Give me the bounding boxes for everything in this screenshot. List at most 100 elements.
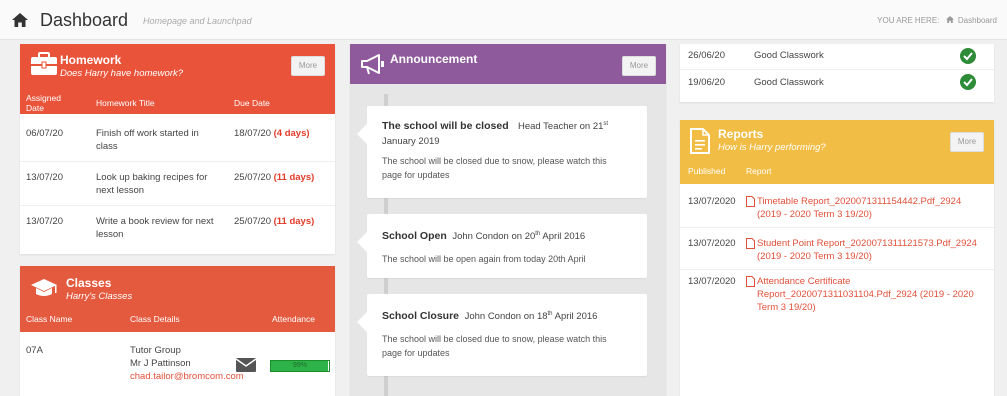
homework-row[interactable]: 06/07/20 Finish off work started in clas… (20, 120, 335, 162)
breadcrumb-dashboard-link[interactable]: Dashboard (958, 16, 997, 25)
announcement-card[interactable]: The school will be closed Head Teacher o… (357, 106, 647, 198)
class-detail-group: Tutor Group (130, 345, 181, 356)
col-report[interactable]: Report (746, 166, 772, 176)
reports-panel: Reports How is Harry performing? More Pu… (680, 120, 994, 396)
classes-subtitle: Harry's Classes (66, 291, 133, 302)
report-row[interactable]: 13/07/2020 Student Point Report_20200713… (680, 230, 994, 270)
due-date-value: 25/07/20 (234, 216, 271, 227)
reports-columns: Published Report (680, 166, 994, 180)
announcement-panel: Announcement More The school will be clo… (350, 44, 666, 396)
classes-title: Classes (66, 276, 112, 290)
reports-subtitle: How is Harry performing? (718, 142, 826, 153)
page-title: Dashboard (40, 10, 129, 30)
breadcrumb: YOU ARE HERE: Dashboard (877, 16, 997, 25)
report-link[interactable]: Attendance Certificate Report_20200713110… (757, 275, 989, 314)
announcement-more-button[interactable]: More (622, 56, 656, 76)
achievement-date: 19/06/20 (688, 77, 725, 88)
announcement-item-meta: John Condon on 18th April 2016 (464, 310, 598, 322)
due-date-value: 25/07/20 (234, 172, 271, 183)
report-row[interactable]: 13/07/2020 Attendance Certificate Report_… (680, 272, 994, 326)
class-teacher: Mr J Pattinson (130, 358, 191, 369)
report-published-date: 13/07/2020 (688, 196, 736, 207)
homework-more-button[interactable]: More (291, 56, 325, 76)
announcement-item-body: The school will be closed due to snow, p… (382, 334, 607, 358)
document-icon (690, 128, 710, 154)
report-row[interactable]: 13/07/2020 Timetable Report_202007131115… (680, 188, 994, 228)
due-date: 25/07/20 (11 days) (234, 171, 314, 184)
homework-title-cell: Look up baking recipes for next lesson (96, 172, 208, 196)
envelope-icon[interactable] (236, 358, 256, 372)
pdf-file-icon (746, 238, 755, 249)
due-date-value: 18/07/20 (234, 128, 271, 139)
reports-title: Reports (718, 127, 764, 141)
top-bar: Dashboard Homepage and Launchpad YOU ARE… (0, 0, 1007, 40)
assigned-date: 13/07/20 (26, 172, 63, 183)
home-icon[interactable] (12, 13, 28, 27)
announcement-item-title: The school will be closed (382, 120, 509, 132)
col-published[interactable]: Published (688, 166, 725, 176)
col-attendance[interactable]: Attendance (272, 314, 315, 324)
assigned-date: 06/07/20 (26, 128, 63, 139)
announcement-item-body: The school will be closed due to snow, p… (382, 156, 607, 180)
classes-header: Classes Harry's Classes Class Name Class… (20, 266, 335, 332)
announcement-card[interactable]: School Closure John Condon on 18th April… (357, 294, 647, 376)
assigned-date: 13/07/20 (26, 216, 63, 227)
col-class-details[interactable]: Class Details (130, 314, 180, 324)
pdf-file-icon (746, 196, 755, 207)
homework-subtitle: Does Harry have homework? (60, 68, 184, 79)
megaphone-icon (361, 54, 384, 75)
breadcrumb-prefix: YOU ARE HERE: (877, 16, 940, 25)
page-subtitle: Homepage and Launchpad (143, 16, 252, 26)
achievement-label: Good Classwork (754, 77, 824, 88)
col-class-name[interactable]: Class Name (26, 314, 72, 324)
graduation-cap-icon (31, 279, 57, 296)
col-homework-title[interactable]: Homework Title (96, 98, 155, 108)
achievement-row[interactable]: 19/06/20 Good Classwork (680, 70, 994, 96)
report-published-date: 13/07/2020 (688, 276, 736, 287)
announcement-title: Announcement (390, 52, 478, 66)
homework-panel: Homework Does Harry have homework? More … (20, 44, 335, 254)
homework-title-cell: Finish off work started in class (96, 128, 199, 152)
reports-header: Reports How is Harry performing? More Pu… (680, 120, 994, 184)
attendance-bar: 99% (270, 360, 330, 372)
classes-panel: Classes Harry's Classes Class Name Class… (20, 266, 335, 396)
announcement-item-body: The school will be open again from today… (382, 254, 586, 264)
report-link[interactable]: Student Point Report_2020071311121573.Pd… (757, 237, 989, 263)
announcement-item-meta: John Condon on 20th April 2016 (452, 230, 586, 242)
achievement-date: 26/06/20 (688, 50, 725, 61)
homework-title: Homework (60, 53, 122, 67)
due-days: (11 days) (273, 216, 315, 227)
homework-header: Homework Does Harry have homework? More … (20, 44, 335, 114)
homework-row[interactable]: 13/07/20 Look up baking recipes for next… (20, 164, 335, 206)
homework-title-cell: Write a book review for next lesson (96, 216, 214, 240)
col-due-date[interactable]: Due Date (234, 98, 270, 108)
achievement-label: Good Classwork (754, 50, 824, 61)
check-circle-icon (960, 48, 976, 64)
reports-more-button[interactable]: More (950, 132, 984, 152)
briefcase-icon (31, 52, 57, 75)
achievement-row[interactable]: 26/06/20 Good Classwork (680, 44, 994, 70)
due-days: (4 days) (273, 128, 310, 139)
homework-row[interactable]: 13/07/20 Write a book review for next le… (20, 208, 335, 250)
check-circle-icon (960, 74, 976, 90)
col-assigned-date[interactable]: Assigned Date (26, 93, 66, 113)
achievements-panel: 26/06/20 Good Classwork 19/06/20 Good Cl… (680, 44, 994, 102)
home-small-icon (945, 16, 954, 23)
report-link[interactable]: Timetable Report_2020071311154442.Pdf_29… (757, 195, 989, 221)
due-date: 18/07/20 (4 days) (234, 127, 310, 140)
class-name: 07A (26, 345, 43, 356)
announcement-item-title: School Closure John Condon on 18th April… (382, 310, 598, 322)
class-row[interactable]: 07A Tutor Group Mr J Pattinson chad.tail… (20, 336, 335, 396)
announcement-item-meta: Head Teacher on 21st (518, 121, 609, 133)
classes-columns: Class Name Class Details Attendance (20, 314, 335, 328)
pdf-file-icon (746, 276, 755, 287)
report-published-date: 13/07/2020 (688, 238, 736, 249)
announcement-item-meta-date: January 2019 (382, 136, 440, 147)
announcement-card[interactable]: School Open John Condon on 20th April 20… (357, 214, 647, 278)
attendance-percent: 99% (292, 362, 307, 369)
due-date: 25/07/20 (11 days) (234, 215, 314, 228)
homework-columns: Assigned Date Homework Title Due Date (20, 93, 335, 114)
due-days: (11 days) (273, 172, 315, 183)
announcement-header: Announcement More (350, 44, 666, 84)
teacher-email-link[interactable]: chad.tailor@bromcom.com (130, 370, 244, 383)
